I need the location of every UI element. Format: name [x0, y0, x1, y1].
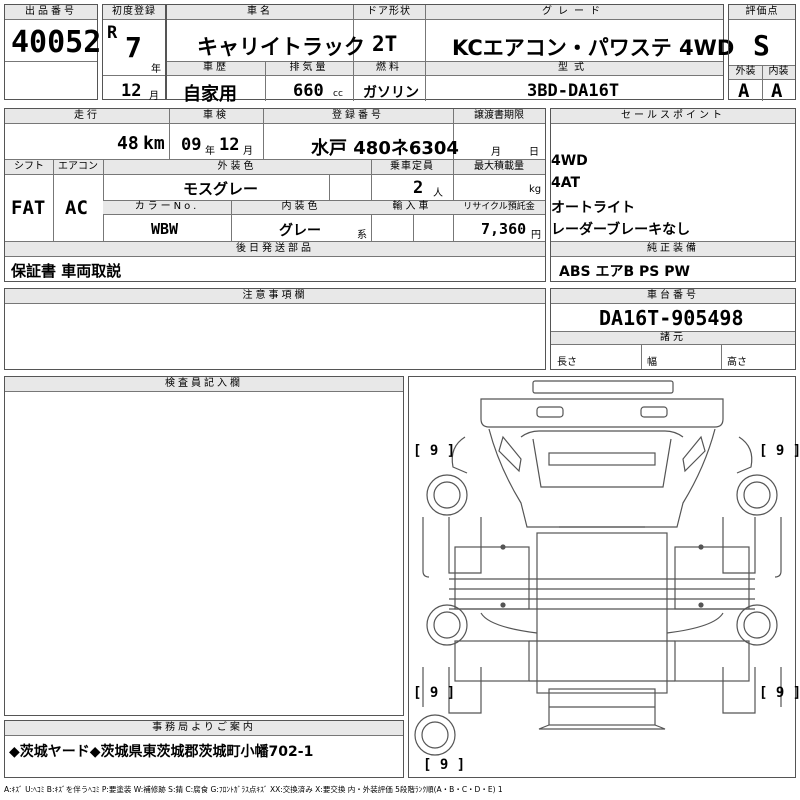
- reg-month-unit: 月: [149, 91, 159, 102]
- lot-number-box: 出品番号 40052: [4, 4, 102, 100]
- car-info-box: 車名 ドア形状 グレード キャリイトラック 2T KCエアコン・パワステ 4WD…: [166, 4, 734, 105]
- max-load-label: 最大積載量: [453, 160, 545, 175]
- air-conditioner: AC: [65, 197, 88, 219]
- inspection-month-unit: 月: [243, 146, 253, 157]
- shift-label: シフト: [5, 160, 53, 175]
- lot-number: 40052: [11, 25, 102, 60]
- reg-year-unit: 年: [151, 64, 161, 75]
- reg-month: 12: [121, 81, 142, 101]
- transfer-day: 日: [529, 147, 539, 158]
- interior-score: A: [771, 80, 783, 102]
- damage-legend: A:ｷｽﾞ U:ﾍｺﾐ B:ｷｽﾞを伴うﾍｺﾐ P:要塗装 W:補修跡 S:錆 …: [4, 785, 503, 794]
- color-number-label: カラーNo.: [103, 201, 231, 215]
- inspection-label: 車検: [169, 109, 263, 124]
- door-label: ドア形状: [353, 5, 425, 20]
- office-label: 事務局よりご案内: [5, 721, 403, 736]
- score-box: 評価点 S 外装 内装 A A: [728, 4, 796, 102]
- displacement-label: 排気量: [265, 62, 353, 76]
- sales-point-1: 4WD: [551, 153, 588, 169]
- height-label: 高さ: [727, 357, 747, 368]
- chassis-box: 車台番号 DA16T-905498 諸元 長さ 幅 高さ: [550, 288, 796, 370]
- inspector-box: 検査員記入欄: [4, 376, 404, 716]
- car-name: キャリイトラック: [197, 35, 365, 59]
- inspector-label: 検査員記入欄: [5, 377, 403, 392]
- sales-point-2: 4AT: [551, 175, 581, 191]
- mileage-unit: km: [143, 133, 165, 154]
- model-label: 型式: [425, 62, 723, 76]
- length-label: 長さ: [557, 357, 577, 368]
- lot-number-label: 出品番号: [5, 5, 97, 20]
- interior-color-unit: 系: [357, 230, 367, 241]
- tire-front-left: [ 9 ]: [413, 443, 456, 459]
- chassis-number: DA16T-905498: [599, 306, 744, 330]
- later-parts: 保証書 車両取説: [11, 262, 122, 280]
- ac-label: エアコン: [53, 160, 103, 175]
- color-number: WBW: [151, 220, 179, 238]
- transfer-deadline-label: 譲渡書期限: [453, 109, 545, 124]
- sales-point-4: レーダーブレーキなし: [551, 222, 691, 238]
- later-parts-label: 後日発送部品: [5, 242, 545, 257]
- displacement-unit: cc: [333, 89, 343, 99]
- chassis-label: 車台番号: [551, 289, 795, 304]
- score-label: 評価点: [729, 5, 795, 20]
- registration-number-label: 登録番号: [263, 109, 453, 124]
- interior-color: グレー: [279, 223, 321, 239]
- door-type: 2T: [372, 32, 398, 56]
- notes-label: 注意事項欄: [5, 289, 545, 304]
- capacity-unit: 人: [433, 188, 443, 199]
- inspection-year-unit: 年: [205, 146, 215, 157]
- fuel-label: 燃料: [353, 62, 425, 76]
- exterior-label: 外装: [729, 66, 762, 80]
- mileage-label: 走行: [5, 109, 169, 124]
- transfer-month: 月: [491, 147, 501, 158]
- sales-point-3: オートライト: [551, 200, 635, 216]
- recycle-fee: 7,360: [481, 220, 527, 238]
- import-label: 輸入車: [371, 201, 453, 215]
- width-label: 幅: [647, 357, 657, 368]
- truck-diagram: [414, 380, 782, 756]
- history: 自家用: [183, 84, 237, 105]
- vehicle-details-box: 走行 車検 登録番号 譲渡書期限 48 km 09 年 12 月 水戸 480ネ…: [4, 108, 546, 282]
- car-name-label: 車名: [167, 5, 353, 20]
- office-box: 事務局よりご案内 ◆茨城ヤード◆茨城県東茨城郡茨城町小幡702-1: [4, 720, 404, 778]
- capacity-label: 乗車定員: [371, 160, 453, 175]
- reg-year: 7: [125, 31, 142, 64]
- notes-box: 注意事項欄: [4, 288, 546, 370]
- displacement: 660: [293, 81, 324, 101]
- vehicle-diagram-box: [ 9 ] [ 9 ] [ 9 ] [ 9 ] [ 9 ]: [408, 376, 800, 778]
- inspection-year: 09: [181, 135, 202, 155]
- shift: FAT: [11, 197, 46, 219]
- mileage: 48: [117, 133, 139, 154]
- exterior-color: モスグレー: [183, 180, 259, 198]
- interior-color-label: 内装色: [231, 201, 371, 215]
- tire-rear-right: [ 9 ]: [759, 685, 800, 701]
- factory-equipment-label: 純正装備: [551, 242, 795, 257]
- first-registration-box: 初度登録 R 7 年 12 月: [102, 4, 166, 102]
- era: R: [107, 23, 118, 43]
- score: S: [753, 29, 770, 62]
- office-text: ◆茨城ヤード◆茨城県東茨城郡茨城町小幡702-1: [9, 744, 314, 760]
- tire-front-right: [ 9 ]: [759, 443, 800, 459]
- sales-points-label: セールスポイント: [551, 109, 795, 124]
- exterior-score: A: [738, 80, 750, 102]
- capacity: 2: [413, 178, 424, 198]
- grade-label: グレード: [425, 5, 723, 20]
- factory-equipment: ABS エアB PS PW: [559, 264, 690, 280]
- tire-spare: [ 9 ]: [423, 757, 466, 773]
- inspection-month: 12: [219, 135, 240, 155]
- sales-points-box: セールスポイント 4WD 4AT オートライト レーダーブレーキなし 純正装備 …: [550, 108, 796, 282]
- registration-number: 水戸 480ネ6304: [311, 138, 459, 159]
- recycle-fee-label: リサイクル預託金: [453, 201, 545, 215]
- first-registration-label: 初度登録: [103, 5, 165, 20]
- fuel: ガソリン: [363, 85, 419, 101]
- specs-label: 諸元: [551, 332, 795, 345]
- history-label: 車歴: [167, 62, 265, 76]
- interior-label: 内装: [762, 66, 795, 80]
- tire-rear-left: [ 9 ]: [413, 685, 456, 701]
- exterior-color-label: 外装色: [103, 160, 371, 175]
- recycle-fee-unit: 円: [531, 230, 541, 241]
- max-load-unit: kg: [529, 184, 542, 195]
- model: 3BD-DA16T: [527, 81, 620, 101]
- grade: KCエアコン・パワステ 4WD: [452, 36, 735, 60]
